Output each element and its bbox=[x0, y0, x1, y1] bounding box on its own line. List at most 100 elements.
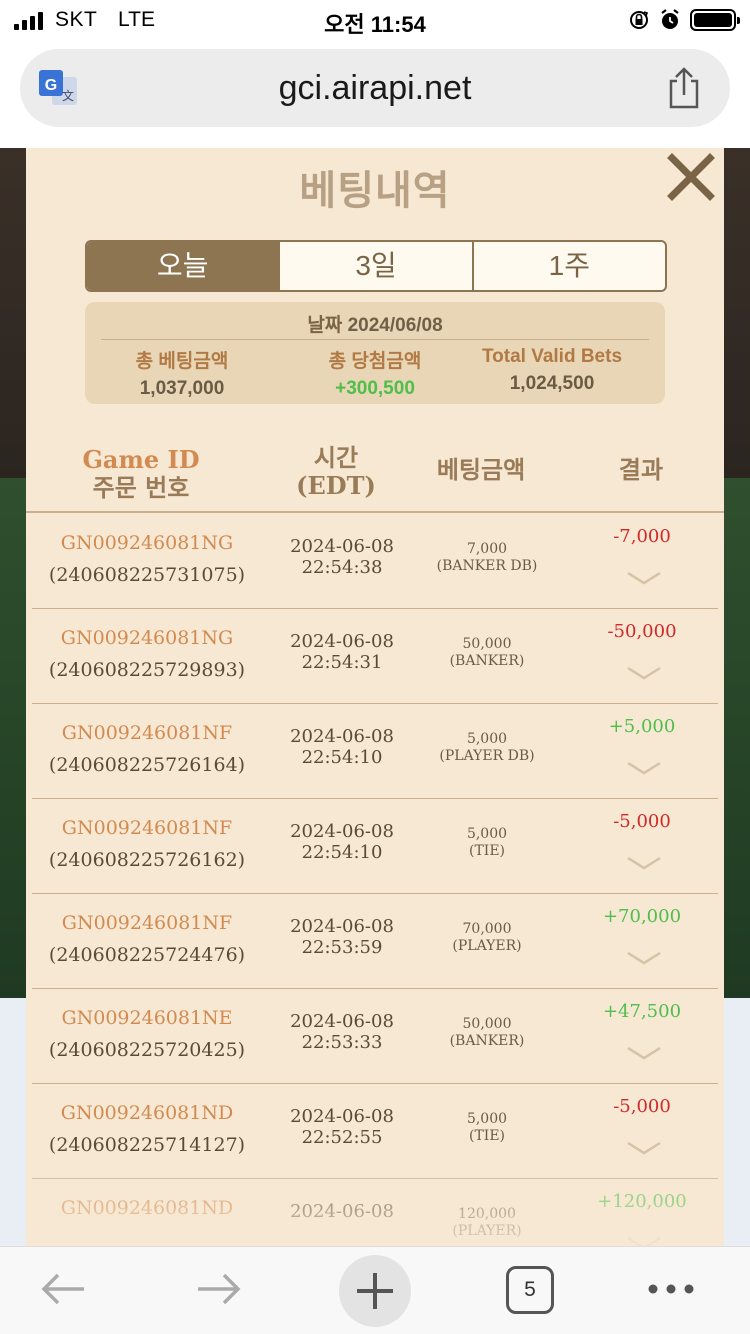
valid-bets-value: 1,024,500 bbox=[509, 373, 595, 394]
bet-list: GN009246081NG (240608225731075) 2024-06-08… bbox=[26, 514, 724, 1246]
valid-bets: Total Valid Bets 1,024,500 bbox=[455, 346, 649, 395]
browser-toolbar: 5 bbox=[0, 1246, 750, 1334]
bet-type: (PLAYER) bbox=[452, 938, 522, 954]
bet-row[interactable]: GN009246081NF (240608225726164) 2024-06-08… bbox=[32, 704, 718, 799]
status-bar: SKT LTE 오전 11:54 bbox=[0, 0, 750, 44]
tab-1week[interactable]: 1주 bbox=[474, 242, 665, 290]
bet-amount-value: 70,000 bbox=[462, 921, 512, 937]
bet-time: 2024-06-08 22:53:33 bbox=[257, 1011, 427, 1053]
game-id: GN009246081NF bbox=[61, 722, 233, 744]
order-number: (240608225731075) bbox=[48, 564, 246, 586]
bet-date: 2024-06-08 bbox=[290, 916, 394, 937]
new-tab-button[interactable] bbox=[339, 1255, 411, 1327]
bet-clock: 22:53:59 bbox=[301, 937, 383, 958]
table-header: Game ID 주문 번호 시간 (EDT) 베팅금액 결과 bbox=[26, 428, 724, 513]
share-icon[interactable] bbox=[666, 67, 702, 109]
chevron-down-icon[interactable] bbox=[626, 855, 662, 871]
bet-clock: 22:54:10 bbox=[301, 747, 383, 768]
bet-amount: 70,000 (PLAYER) bbox=[412, 921, 562, 955]
game-id: GN009246081NG bbox=[60, 532, 234, 554]
order-number: (240608225726162) bbox=[48, 849, 246, 871]
bet-clock: 22:54:38 bbox=[301, 557, 383, 578]
bet-amount-value: 7,000 bbox=[466, 541, 508, 557]
total-bet-value: 1,037,000 bbox=[139, 378, 225, 399]
bet-amount-value: 5,000 bbox=[466, 1111, 508, 1127]
total-bet: 총 베팅금액 1,037,000 bbox=[85, 346, 279, 400]
bet-date: 2024-06-08 bbox=[290, 726, 394, 747]
game-id: GN009246081NF bbox=[61, 817, 233, 839]
battery-icon bbox=[690, 9, 740, 31]
bet-date: 2024-06-08 bbox=[290, 1011, 394, 1032]
chevron-down-icon[interactable] bbox=[626, 1140, 662, 1156]
bet-amount: 5,000 (PLAYER DB) bbox=[412, 731, 562, 765]
bet-time: 2024-06-08 22:54:31 bbox=[257, 631, 427, 673]
total-win-label: 총 당첨금액 bbox=[328, 351, 422, 372]
bet-row[interactable]: GN009246081ND (240608225714127) 2024-06-08… bbox=[32, 1084, 718, 1179]
col-order-no-label: 주문 번호 bbox=[92, 473, 190, 502]
arrow-right-icon[interactable] bbox=[194, 1269, 244, 1309]
divider bbox=[101, 339, 649, 340]
col-game-id: Game ID 주문 번호 bbox=[26, 446, 256, 502]
orientation-lock-icon bbox=[630, 11, 649, 29]
bet-amount: 5,000 (TIE) bbox=[412, 1111, 562, 1145]
bet-row[interactable]: GN009246081NF (240608225724476) 2024-06-08… bbox=[32, 894, 718, 989]
bet-date: 2024-06-08 bbox=[290, 536, 394, 557]
plus-icon bbox=[357, 1273, 393, 1309]
summary-date: 날짜 2024/06/08 bbox=[85, 310, 665, 337]
bet-amount: 50,000 (BANKER) bbox=[412, 1016, 562, 1050]
bet-amount: 5,000 (TIE) bbox=[412, 826, 562, 860]
bet-clock: 22:54:10 bbox=[301, 842, 383, 863]
bet-time: 2024-06-08 22:52:55 bbox=[257, 1106, 427, 1148]
alarm-icon bbox=[661, 9, 679, 29]
bet-row[interactable]: GN009246081NE (240608225720425) 2024-06-08… bbox=[32, 989, 718, 1084]
chevron-down-icon[interactable] bbox=[626, 665, 662, 681]
game-id: GN009246081ND bbox=[60, 1102, 234, 1124]
tabs-count-button[interactable]: 5 bbox=[506, 1266, 554, 1314]
tab-today[interactable]: 오늘 bbox=[87, 242, 281, 290]
order-number: (240608225720425) bbox=[48, 1039, 246, 1061]
chevron-down-icon[interactable] bbox=[626, 1045, 662, 1061]
address-bar[interactable]: G 文 gci.airapi.net bbox=[20, 49, 730, 127]
order-number: (240608225726164) bbox=[48, 754, 246, 776]
col-result: 결과 bbox=[618, 455, 664, 484]
chevron-down-icon[interactable] bbox=[626, 760, 662, 776]
bet-result: -7,000 bbox=[613, 526, 671, 547]
summary-panel: 날짜 2024/06/08 총 베팅금액 1,037,000 총 당첨금액 +3… bbox=[85, 302, 665, 404]
bet-time: 2024-06-08 22:54:10 bbox=[257, 821, 427, 863]
tab-3days[interactable]: 3일 bbox=[280, 242, 474, 290]
col-time-zone: (EDT) bbox=[296, 471, 376, 500]
url-text[interactable]: gci.airapi.net bbox=[20, 69, 730, 108]
bet-type: (PLAYER DB) bbox=[439, 748, 535, 764]
bet-time: 2024-06-08 22:54:10 bbox=[257, 726, 427, 768]
order-number: (240608225714127) bbox=[48, 1134, 246, 1156]
chevron-down-icon[interactable] bbox=[626, 950, 662, 966]
bet-result: -50,000 bbox=[607, 621, 677, 642]
bet-amount: 7,000 (BANKER DB) bbox=[412, 541, 562, 575]
modal-title: 베팅내역 bbox=[299, 169, 451, 213]
chevron-down-icon[interactable] bbox=[626, 570, 662, 586]
game-id: GN009246081NF bbox=[61, 912, 233, 934]
total-bet-label: 총 베팅금액 bbox=[135, 351, 229, 372]
betting-history-modal: 베팅내역 오늘 3일 1주 날짜 2024/06/08 총 베팅금액 1,037… bbox=[26, 148, 724, 1246]
col-bet-amount: 베팅금액 bbox=[436, 455, 526, 484]
bet-result: +5,000 bbox=[608, 716, 676, 737]
bet-amount-value: 5,000 bbox=[466, 731, 508, 747]
bet-type: (BANKER DB) bbox=[436, 558, 538, 574]
more-dots-icon[interactable] bbox=[646, 1281, 696, 1297]
bet-date: 2024-06-08 bbox=[290, 821, 394, 842]
bet-amount-value: 50,000 bbox=[462, 636, 512, 652]
col-game-id-label: Game ID bbox=[82, 445, 200, 474]
close-icon[interactable] bbox=[666, 152, 716, 202]
arrow-left-icon[interactable] bbox=[38, 1269, 88, 1309]
bet-type: (BANKER) bbox=[449, 653, 525, 669]
bet-result: -5,000 bbox=[613, 1096, 671, 1117]
bet-amount: 50,000 (BANKER) bbox=[412, 636, 562, 670]
list-fade bbox=[26, 1168, 724, 1246]
bet-type: (TIE) bbox=[468, 843, 505, 859]
bet-row[interactable]: GN009246081NG (240608225731075) 2024-06-08… bbox=[32, 514, 718, 609]
bet-row[interactable]: GN009246081NG (240608225729893) 2024-06-08… bbox=[32, 609, 718, 704]
bet-row[interactable]: GN009246081NF (240608225726162) 2024-06-08… bbox=[32, 799, 718, 894]
bet-date: 2024-06-08 bbox=[290, 1106, 394, 1127]
period-tabs: 오늘 3일 1주 bbox=[85, 240, 667, 292]
bet-result: -5,000 bbox=[613, 811, 671, 832]
